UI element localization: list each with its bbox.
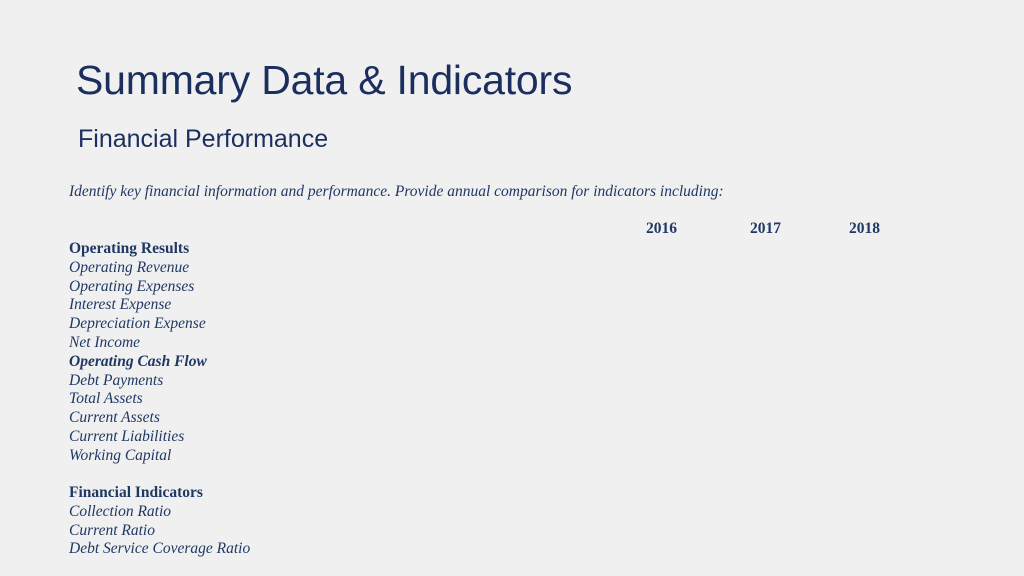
list-item: Current Assets — [69, 409, 160, 427]
list-item: Depreciation Expense — [69, 315, 206, 333]
year-header-row: 2016 2017 2018 — [640, 220, 940, 240]
list-item-operating-cash-flow: Operating Cash Flow — [69, 352, 207, 370]
page-subtitle: Financial Performance — [78, 125, 329, 153]
operating-results-section: Operating Results Operating Revenue Oper… — [69, 240, 207, 466]
list-item: Current Ratio — [69, 521, 155, 539]
list-item: Working Capital — [69, 446, 172, 464]
list-item: Operating Revenue — [69, 258, 190, 276]
list-item: Operating Expenses — [69, 277, 195, 295]
list-item: Debt Payments — [69, 371, 164, 389]
list-item: Interest Expense — [69, 296, 172, 314]
year-column-header-2016: 2016 — [646, 220, 677, 237]
list-item: Net Income — [69, 333, 141, 351]
year-column-header-2017: 2017 — [750, 220, 781, 237]
list-item: Debt Service Coverage Ratio — [69, 540, 251, 558]
list-item: Collection Ratio — [69, 502, 172, 520]
financial-indicators-section: Financial Indicators Collection Ratio Cu… — [69, 484, 250, 559]
section-heading-financial-indicators: Financial Indicators — [69, 484, 203, 501]
year-column-header-2018: 2018 — [849, 220, 880, 237]
list-item: Current Liabilities — [69, 427, 185, 445]
lead-paragraph: Identify key financial information and p… — [69, 183, 724, 200]
slide-canvas: Summary Data & Indicators Financial Perf… — [0, 0, 1024, 576]
list-item: Total Assets — [69, 390, 143, 408]
section-heading-operating-results: Operating Results — [69, 240, 190, 257]
page-title: Summary Data & Indicators — [76, 57, 573, 103]
